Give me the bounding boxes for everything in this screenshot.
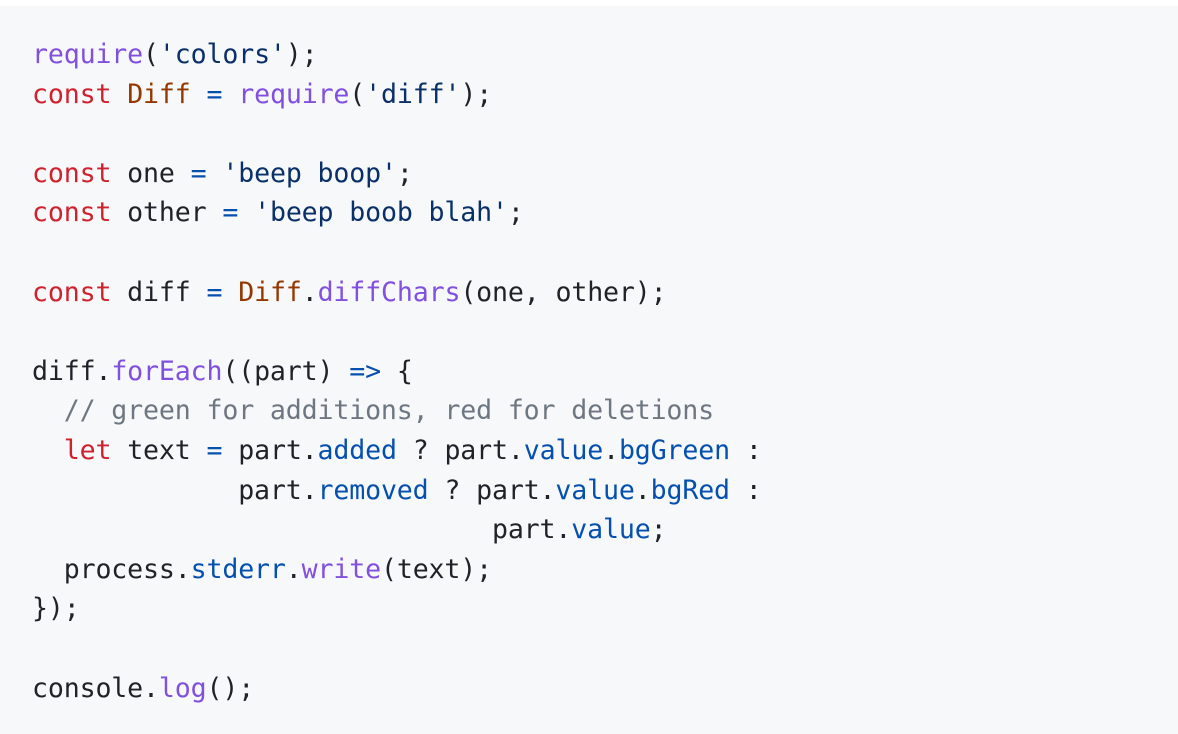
text-token: ? part. — [396, 434, 524, 466]
operator-token: = — [190, 157, 207, 189]
property-token: value — [523, 434, 604, 466]
text-token: ((part) — [222, 355, 350, 387]
comment-token: // green for additions, red for deletion… — [32, 395, 715, 427]
code-line: const other = 'beep boob blah'; — [32, 193, 1178, 233]
keyword-token: const — [32, 78, 112, 110]
function-token: require — [32, 39, 144, 70]
operator-token: = — [206, 276, 223, 308]
string-token: 'colors' — [158, 39, 286, 70]
code-line: diff.forEach((part) => { — [32, 352, 1178, 392]
function-token: diffChars — [317, 276, 461, 308]
text-token: (); — [206, 672, 255, 704]
text-token: text — [111, 434, 207, 466]
function-token: require — [238, 78, 350, 110]
text-token: . — [634, 474, 651, 506]
text-token: . — [603, 434, 619, 466]
code-line: const one = 'beep boop'; — [32, 154, 1178, 194]
code-line: let text = part.added ? part.value.bgGre… — [32, 431, 1178, 471]
property-token: bgRed — [650, 474, 730, 506]
code-block: require('colors'); const Diff = require('… — [0, 6, 1178, 734]
function-token: forEach — [111, 355, 223, 387]
keyword-token: const — [32, 276, 112, 308]
code-line: part.value; — [32, 510, 1178, 550]
code-line: const diff = Diff.diffChars(one, other); — [32, 273, 1178, 313]
text-token: part. — [222, 434, 318, 466]
string-token: 'diff' — [365, 78, 461, 110]
text-token: ( — [349, 78, 366, 110]
text-token: ; — [507, 197, 524, 229]
operator-token: = — [206, 78, 223, 110]
text-token: { — [380, 355, 413, 387]
code-line: const Diff = require('diff'); — [32, 75, 1178, 115]
code-line: part.removed ? part.value.bgRed : — [32, 471, 1178, 511]
text-token: ); — [285, 39, 318, 70]
keyword-token: const — [32, 157, 112, 189]
text-token: ; — [650, 514, 667, 546]
string-token: 'beep boop' — [222, 157, 397, 189]
text-token: one — [111, 157, 191, 189]
code-line: }); — [32, 589, 1178, 629]
text-token: part. — [32, 514, 572, 546]
text-token: part. — [32, 474, 318, 506]
code-line: require('colors'); — [32, 35, 1178, 75]
property-token: added — [317, 434, 397, 466]
code-line: process.stderr.write(text); — [32, 550, 1178, 590]
text-token: ( — [143, 39, 159, 70]
text-token: ; — [396, 157, 413, 189]
class-token: Diff — [238, 276, 302, 308]
keyword-token: let — [63, 434, 112, 466]
function-token: write — [301, 553, 381, 585]
text-token: process. — [32, 553, 191, 585]
text-token: : — [729, 434, 762, 466]
property-token: value — [555, 474, 635, 506]
text-token: (one, other); — [460, 276, 667, 308]
property-token: value — [571, 514, 651, 546]
operator-token: => — [349, 355, 381, 387]
text-token: ? part. — [428, 474, 556, 506]
text-token: (text); — [380, 553, 492, 585]
property-token: bgGreen — [618, 434, 730, 466]
text-token: diff. — [32, 355, 112, 387]
text-token: }); — [32, 593, 80, 625]
property-token: stderr — [190, 553, 286, 585]
code-line: // green for additions, red for deletion… — [32, 391, 1178, 431]
function-token: log — [158, 672, 207, 704]
text-token: diff — [111, 276, 207, 308]
operator-token: = — [206, 434, 223, 466]
code-line: console.log(); — [32, 669, 1178, 709]
text-token: : — [729, 474, 762, 506]
property-token: removed — [317, 474, 429, 506]
class-token: Diff — [127, 78, 191, 110]
keyword-token: const — [32, 197, 112, 229]
text-token: other — [111, 197, 223, 229]
string-token: 'beep boob blah' — [254, 197, 508, 229]
text-token: . — [301, 276, 318, 308]
operator-token: = — [222, 197, 239, 229]
text-token: ); — [460, 78, 493, 110]
text-token: . — [285, 553, 302, 585]
text-token: console. — [32, 672, 159, 704]
